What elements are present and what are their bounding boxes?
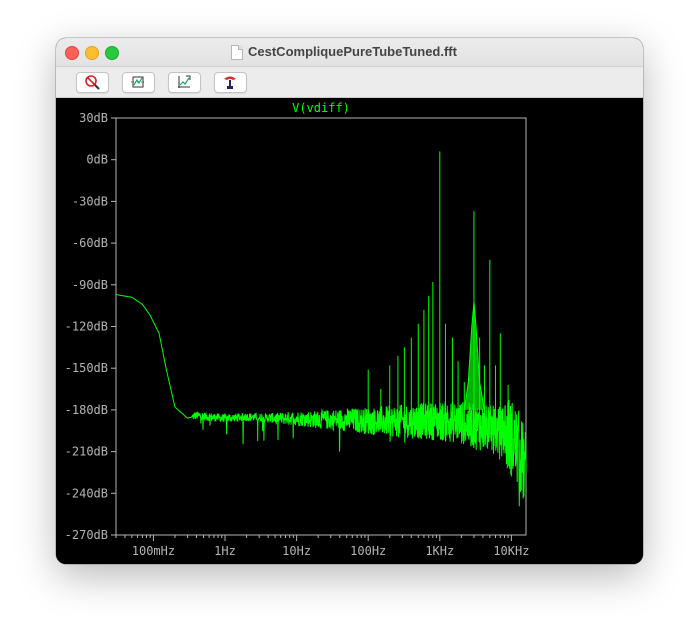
zoom-cancel-button[interactable] xyxy=(76,72,109,93)
y-tick-label: 30dB xyxy=(79,111,108,125)
toolbar xyxy=(56,67,643,98)
y-tick-label: -240dB xyxy=(65,486,108,500)
autorange-icon xyxy=(131,76,145,88)
y-tick-label: -150dB xyxy=(65,361,108,375)
y-tick-label: -60dB xyxy=(72,236,108,250)
harmonic-lobe xyxy=(463,301,485,410)
title-bar[interactable]: CestCompliquePureTubeTuned.fft xyxy=(56,38,643,67)
fft-chart[interactable]: V(vdiff) 30dB 0dB -30dB -60dB -90dB -120dB -15… xyxy=(56,98,643,564)
document-icon xyxy=(231,45,243,60)
y-tick-label: -270dB xyxy=(65,528,108,542)
series-layer xyxy=(115,151,527,507)
autorange-button[interactable] xyxy=(122,72,155,93)
axis-ticks: 30dB 0dB -30dB -60dB -90dB -120dB -150dB -180dB… xyxy=(65,111,530,558)
zoom-window-button[interactable] xyxy=(105,46,119,60)
probe-icon xyxy=(224,76,236,89)
x-tick-label: 100Hz xyxy=(350,544,386,558)
y-tick-label: -90dB xyxy=(72,278,108,292)
pan-icon xyxy=(178,75,191,88)
plot-area[interactable]: V(vdiff) 30dB 0dB -30dB -60dB -90dB -120dB -15… xyxy=(56,98,643,564)
x-tick-label: 10Hz xyxy=(282,544,311,558)
plot-frame xyxy=(115,117,527,536)
close-window-button[interactable] xyxy=(65,46,79,60)
x-tick-label: 100mHz xyxy=(132,544,175,558)
window-title: CestCompliquePureTubeTuned.fft xyxy=(248,44,457,59)
y-tick-label: -30dB xyxy=(72,194,108,208)
zoom-cancel-icon xyxy=(85,75,100,90)
chart-title: V(vdiff) xyxy=(292,101,350,115)
y-tick-label: -210dB xyxy=(65,445,108,459)
x-tick-label: 1KHz xyxy=(425,544,454,558)
x-tick-label: 1Hz xyxy=(214,544,236,558)
y-tick-label: 0dB xyxy=(86,153,108,167)
probe-button[interactable] xyxy=(214,72,247,93)
waveform-window: CestCompliquePureTubeTuned.fft V(vdiff) … xyxy=(56,38,643,564)
x-tick-label: 10KHz xyxy=(493,544,529,558)
minimize-window-button[interactable] xyxy=(85,46,99,60)
y-tick-label: -180dB xyxy=(65,403,108,417)
y-tick-label: -120dB xyxy=(65,320,108,334)
pan-button[interactable] xyxy=(168,72,201,93)
